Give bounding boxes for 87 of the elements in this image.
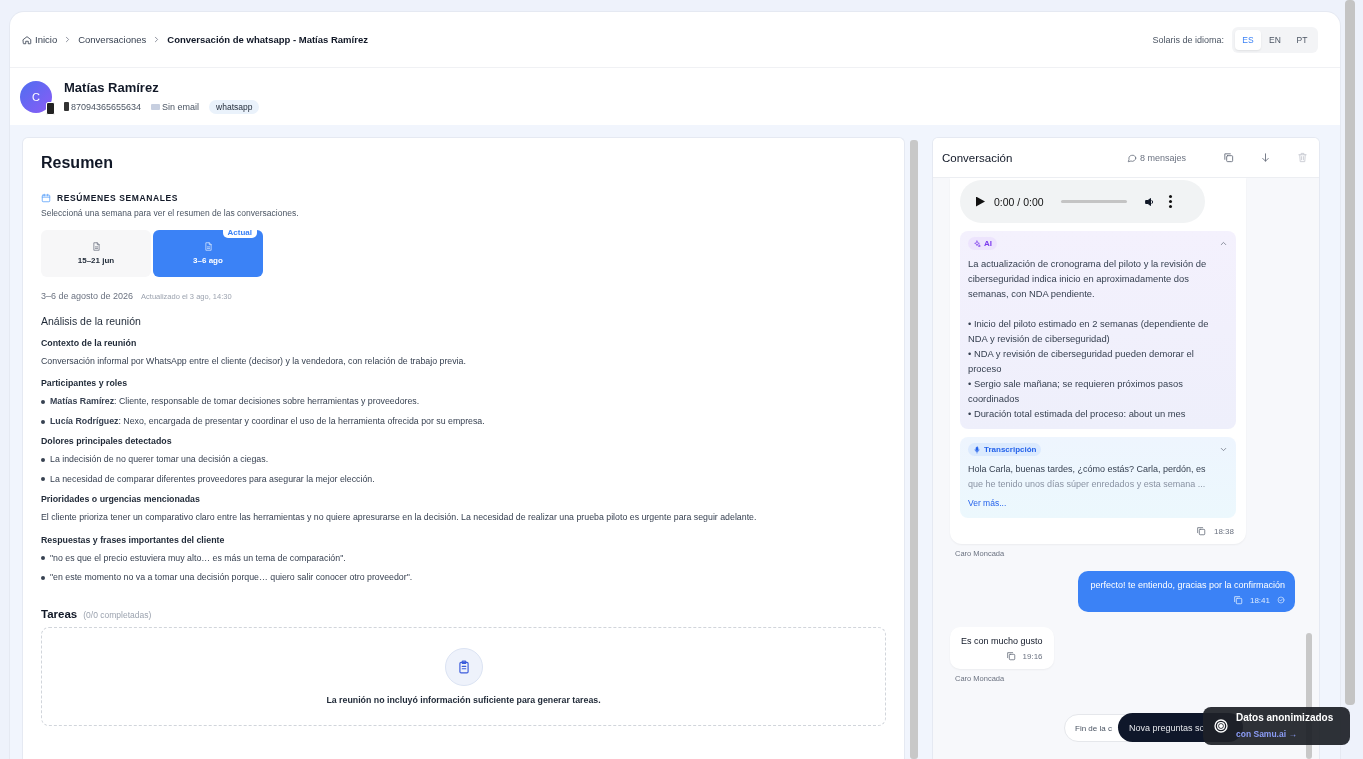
language-option[interactable]: PT xyxy=(1289,29,1315,50)
list-item-text: Lucía Rodríguez: Nexo, encargada de presentar y coordinar el uso de la herramienta ofrecida por su empresa. xyxy=(50,415,485,428)
message-count: 8 mensajes xyxy=(1139,152,1186,163)
scrollbar[interactable] xyxy=(1345,0,1355,705)
bullet-icon xyxy=(41,477,45,482)
transcript-label: Transcripción xyxy=(968,443,1042,456)
copy-icon[interactable] xyxy=(1195,526,1206,536)
bullet-icon xyxy=(41,556,45,561)
section-title: Prioridades o urgencias mencionadas xyxy=(41,494,201,505)
tasks-count: (0/0 completadas) xyxy=(83,610,152,621)
email-text: Sin email xyxy=(162,101,200,112)
audio-time: 0:00 / 0:00 xyxy=(994,195,1044,208)
volume-icon[interactable] xyxy=(1143,195,1156,208)
current-badge: Actual xyxy=(222,227,257,238)
section-title: Respuestas y frases importantes del cliente xyxy=(41,534,226,545)
chat-bubble-icon xyxy=(1126,152,1137,163)
message-text: perfecto! te entiendo, gracias por la confirmación xyxy=(1090,580,1285,590)
panel-title: Conversación xyxy=(942,151,1014,164)
ai-bullet-text: • NDA y revisión de ciberseguridad pueden demorar el proceso xyxy=(968,347,1195,376)
tasks-title: Tareas xyxy=(41,608,78,621)
avatar: C xyxy=(20,80,52,113)
breadcrumb-link[interactable]: Conversación de whatsapp - Matías Ramírez xyxy=(167,34,368,45)
section-title: Dolores principales detectados xyxy=(41,436,173,447)
list-item-text: "no es que el precio estuviera muy alto… es más un tema de comparación". xyxy=(50,552,346,564)
breadcrumb-link[interactable]: Conversaciones xyxy=(78,34,147,45)
bullet-icon xyxy=(41,575,45,580)
phone-number: 87094365655634 xyxy=(71,101,142,112)
ai-label: AI xyxy=(968,237,997,250)
calendar-icon xyxy=(41,193,51,203)
copy-icon[interactable] xyxy=(1005,651,1016,661)
audio-progress-track[interactable] xyxy=(1060,200,1127,203)
section-title: Contexto de la reunión xyxy=(41,338,138,348)
trash-icon[interactable] xyxy=(1296,152,1308,163)
phone-icon xyxy=(64,102,69,111)
ai-summary-text: La actualización de cronograma del piloto y la revisión de ciberseguridad indica inicio en aproximadamente dos semanas, con NDA pendiente. xyxy=(968,257,1208,301)
section-title: Participantes y roles xyxy=(41,378,129,389)
bullet-icon xyxy=(41,400,45,405)
empty-message: La reunión no incluyó información suficiente para generar tareas. xyxy=(326,695,601,706)
list-item-text: La necesidad de comparar diferentes proveedores para asegurar la mejor elección. xyxy=(50,473,375,486)
analysis-title: Análisis de la reunión xyxy=(41,315,142,327)
week-card[interactable]: 3–6 ago Actual xyxy=(153,230,263,277)
scrollbar[interactable] xyxy=(910,140,918,759)
transcript-text: que he tenido unos días súper enredados y esta semana ... xyxy=(968,478,1207,491)
document-icon xyxy=(91,242,101,251)
play-button[interactable] xyxy=(975,196,985,207)
contact-name: Matías Ramírez xyxy=(64,79,160,95)
week-card[interactable]: 15–21 jun xyxy=(41,230,151,277)
message-text: Es con mucho gusto xyxy=(961,636,1043,646)
transcript-text: Hola Carla, buenas tardes, ¿cómo estás? Carla, perdón, es xyxy=(968,463,1207,476)
chevron-down-icon[interactable] xyxy=(1219,445,1228,454)
hint-text: Seleccioná una semana para ver el resumen de las conversaciones. xyxy=(41,208,300,218)
home-icon xyxy=(22,34,32,45)
copy-icon[interactable] xyxy=(1232,595,1243,605)
audio-player[interactable]: 0:00 / 0:00 xyxy=(960,180,1205,223)
ai-bullet-text: • Inicio del piloto estimado en 2 semanas (dependiente de NDA y revisión de ciberseguridad) xyxy=(968,317,1210,346)
summary-title: Resumen xyxy=(41,154,115,172)
check-circle-icon xyxy=(1277,596,1285,604)
list-item-text: "en este momento no va a tomar una decisión porque… quiero salir conocer otro proveedor". xyxy=(50,571,413,584)
clipboard-icon xyxy=(444,648,483,687)
sparkles-icon xyxy=(973,239,981,248)
language-option[interactable]: ES xyxy=(1235,29,1261,50)
message-time: 18:41 xyxy=(1249,595,1270,605)
download-icon[interactable] xyxy=(1259,152,1271,163)
message-time: 18:38 xyxy=(1213,526,1234,536)
microphone-icon xyxy=(973,445,981,454)
radar-icon xyxy=(1213,718,1229,734)
channel-tag: whatsapp xyxy=(209,99,260,114)
see-more-link[interactable]: Ver más... xyxy=(968,498,1007,508)
message-time: 19:16 xyxy=(1022,651,1043,661)
document-icon xyxy=(203,242,213,251)
ai-bullet-text: • Duración total estimada del proceso: about un mes xyxy=(968,407,1187,421)
copy-icon[interactable] xyxy=(1222,152,1234,163)
language-option[interactable]: EN xyxy=(1262,29,1288,50)
bullet-icon xyxy=(41,457,45,462)
section-text: El cliente prioriza tener un comparativo claro entre las herramientas y no quiere apresurarse en la decisión. La necesidad de realizar una prueba piloto es urgente para seguir adelante. xyxy=(41,512,758,524)
list-item-text: Matías Ramírez: Cliente, responsable de tomar decisiones sobre herramientas y proveedores. xyxy=(50,396,420,408)
language-label: Solaris de idioma: xyxy=(1152,34,1224,45)
list-item-text: La indecisión de no querer tomar una decisión a ciegas. xyxy=(50,454,269,466)
breadcrumb-link[interactable]: Inicio xyxy=(22,34,58,45)
section-heading: RESÚMENES SEMANALES xyxy=(57,193,178,203)
bullet-icon xyxy=(41,419,45,424)
summary-date: 3–6 de agosto de 2026 xyxy=(41,291,134,301)
phone-badge-icon xyxy=(46,101,55,115)
ai-bullet-text: • Sergio sale mañana; se requieren próximos pasos coordinados xyxy=(968,377,1184,406)
section-text: Conversación informal por WhatsApp entre el cliente (decisor) y la vendedora, con relación de trabajo previa. xyxy=(41,356,467,368)
email-icon xyxy=(151,103,161,110)
chevron-up-icon[interactable] xyxy=(1219,239,1228,248)
